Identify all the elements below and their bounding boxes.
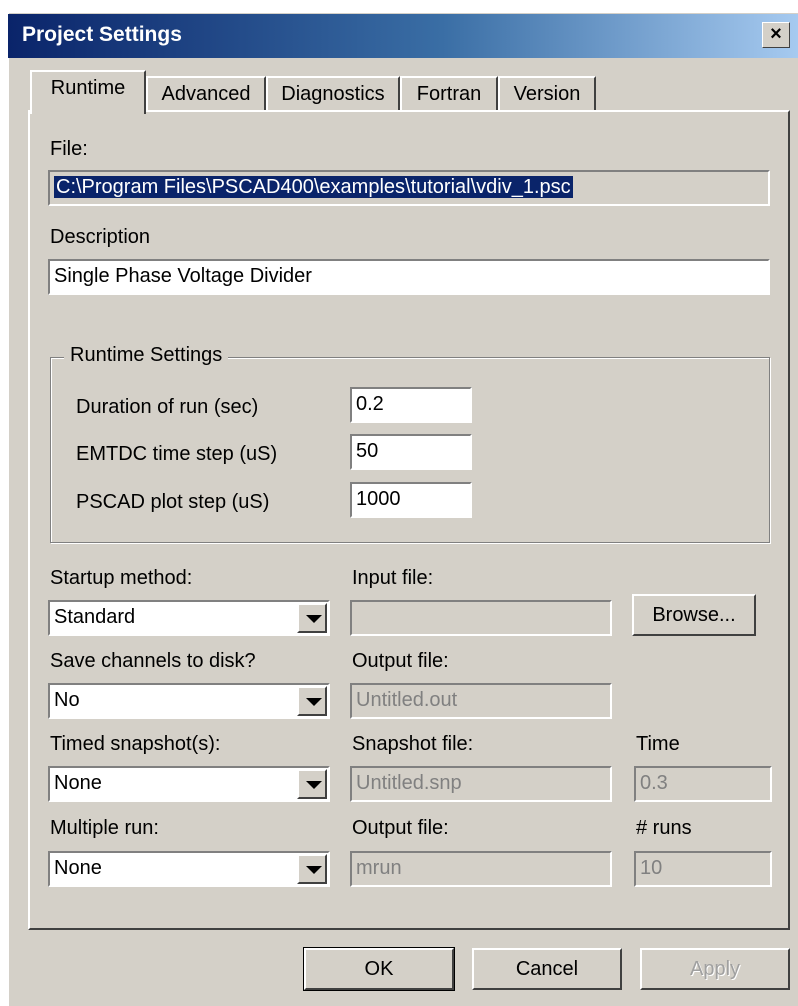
save-channels-value: No [54,689,80,711]
runs-field[interactable]: 10 [634,851,772,887]
runs-label: # runs [636,817,692,839]
description-input[interactable]: Single Phase Voltage Divider [48,259,770,295]
timestep-label: EMTDC time step (uS) [76,443,278,465]
mrun-output-field[interactable]: mrun [350,851,612,887]
tab-fortran[interactable]: Fortran [400,76,498,112]
output-file-label: Output file: [352,650,449,672]
chevron-down-icon[interactable] [297,769,327,799]
close-button[interactable]: × [762,22,790,48]
tab-runtime[interactable]: Runtime [30,70,146,114]
plotstep-input[interactable]: 1000 [350,482,472,518]
snapshot-file-label: Snapshot file: [352,733,474,755]
input-file-field[interactable] [350,600,612,636]
startup-method-select[interactable]: Standard [48,600,330,636]
chevron-down-icon[interactable] [297,603,327,633]
tab-version[interactable]: Version [498,76,596,112]
multiple-run-label: Multiple run: [50,817,159,839]
ok-button[interactable]: OK [303,947,455,991]
startup-method-label: Startup method: [50,567,193,589]
chevron-down-icon[interactable] [297,686,327,716]
mrun-output-label: Output file: [352,817,449,839]
time-label: Time [636,733,680,755]
timed-snapshot-value: None [54,772,102,794]
title-bar[interactable]: Project Settings × [8,14,798,58]
file-label: File: [50,138,88,160]
tab-diagnostics[interactable]: Diagnostics [266,76,400,112]
browse-button[interactable]: Browse... [632,594,756,636]
duration-input[interactable]: 0.2 [350,387,472,423]
startup-method-value: Standard [54,606,136,628]
file-path-value: C:\Program Files\PSCAD400\examples\tutor… [54,176,573,198]
timestep-input[interactable]: 50 [350,434,472,470]
multiple-run-value: None [54,857,102,879]
duration-label: Duration of run (sec) [76,396,259,418]
runtime-settings-legend: Runtime Settings [64,344,229,367]
save-channels-label: Save channels to disk? [50,650,256,672]
save-channels-select[interactable]: No [48,683,330,719]
timed-snapshot-select[interactable]: None [48,766,330,802]
chevron-down-icon[interactable] [297,854,327,884]
cancel-button[interactable]: Cancel [472,948,622,990]
timed-snapshot-label: Timed snapshot(s): [50,733,221,755]
input-file-label: Input file: [352,567,434,589]
multiple-run-select[interactable]: None [48,851,330,887]
description-label: Description [50,226,151,248]
snapshot-file-field[interactable]: Untitled.snp [350,766,612,802]
plotstep-label: PSCAD plot step (uS) [76,491,270,513]
window-title: Project Settings [22,23,182,46]
tab-advanced[interactable]: Advanced [146,76,266,112]
file-path-field[interactable]: C:\Program Files\PSCAD400\examples\tutor… [48,170,770,206]
output-file-field[interactable]: Untitled.out [350,683,612,719]
snapshot-time-field[interactable]: 0.3 [634,766,772,802]
apply-button[interactable]: Apply [640,948,790,990]
